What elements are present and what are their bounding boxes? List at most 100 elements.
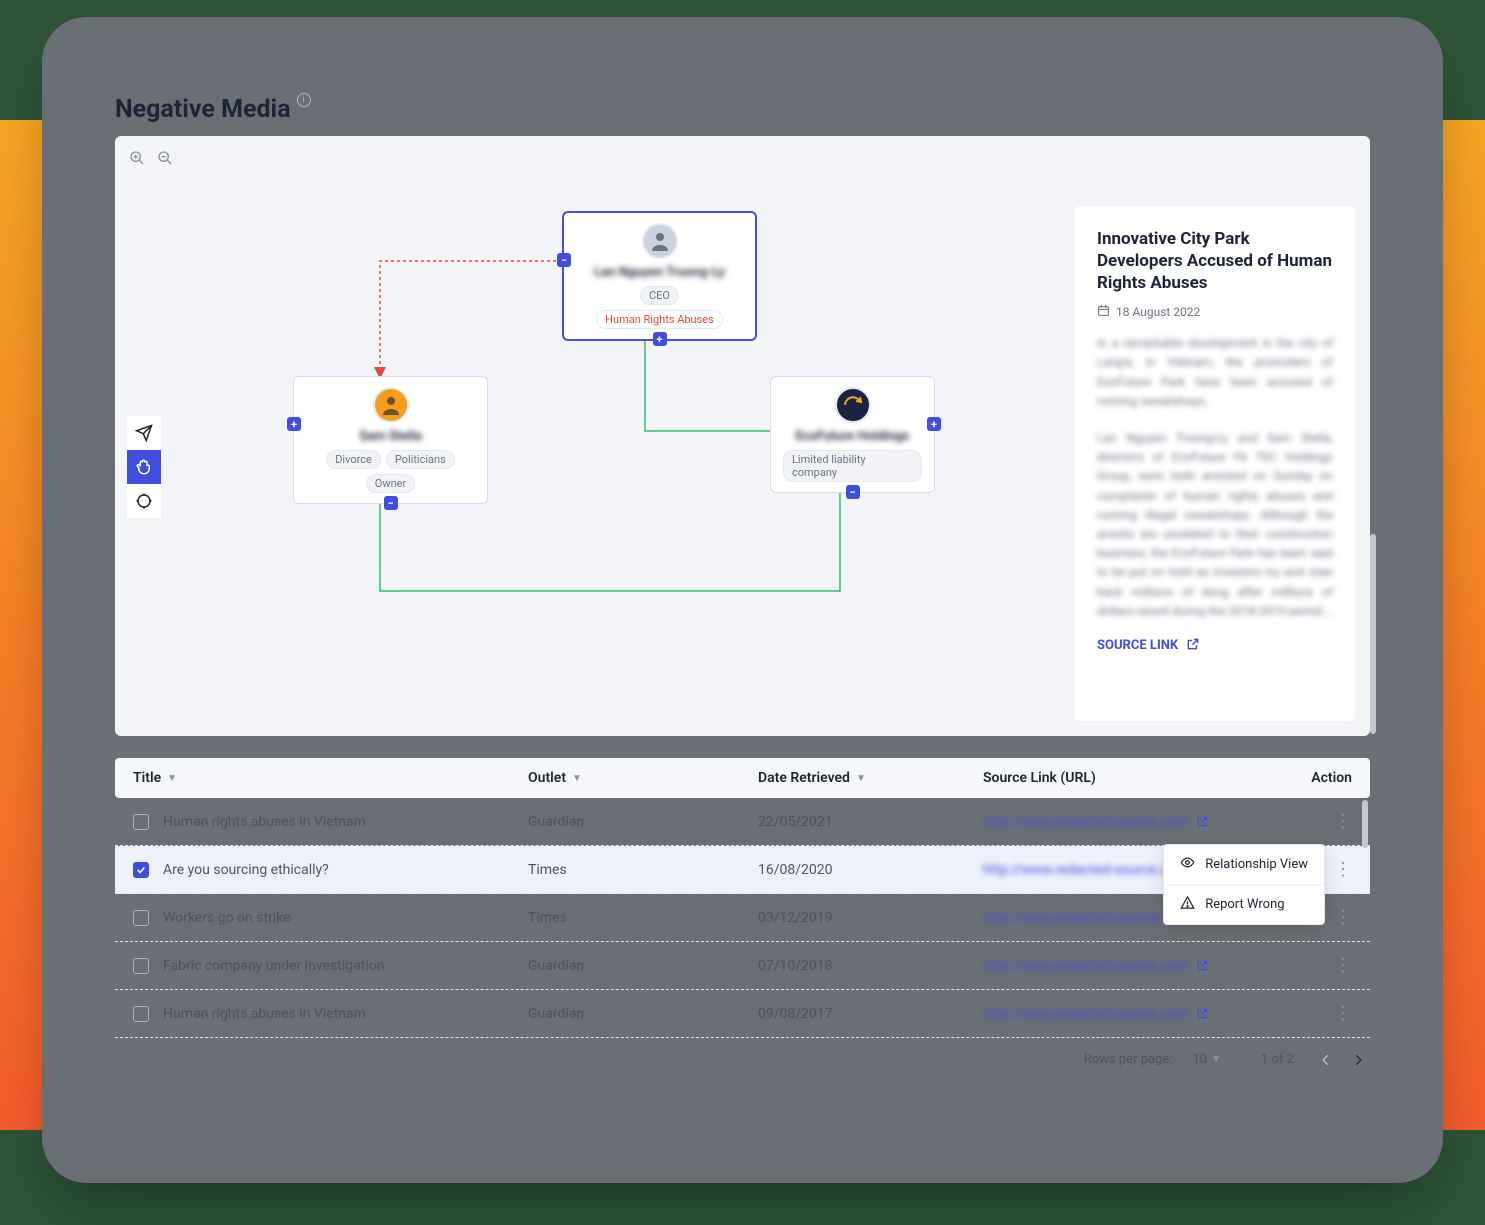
sort-icon: ▼ bbox=[572, 773, 582, 784]
article-title: Innovative City Park Developers Accused … bbox=[1097, 228, 1333, 294]
cell-title: Human rights abuses in Vietnam bbox=[163, 814, 528, 830]
header-label: Source Link (URL) bbox=[983, 770, 1096, 786]
external-link-icon bbox=[1196, 815, 1209, 828]
row-actions-button[interactable]: ⋮ bbox=[1263, 1003, 1352, 1024]
cell-title: Fabric company under investigation bbox=[163, 958, 528, 974]
tag-ceo: CEO bbox=[640, 286, 679, 305]
external-link-icon bbox=[1196, 959, 1209, 972]
app-window: Negative Media i bbox=[60, 35, 1425, 1165]
table-header-date[interactable]: Date Retrieved ▼ bbox=[758, 770, 983, 786]
avatar-icon bbox=[642, 223, 678, 259]
row-context-menu: Relationship View Report Wrong bbox=[1163, 844, 1325, 925]
next-page-button[interactable] bbox=[1346, 1053, 1370, 1067]
table-header-title[interactable]: Title ▼ bbox=[133, 770, 528, 786]
avatar-icon bbox=[373, 387, 409, 423]
table-body: Human rights abuses in Vietnam Guardian … bbox=[115, 798, 1370, 1038]
header-label: Outlet bbox=[528, 770, 566, 786]
table-row[interactable]: Human rights abuses in Vietnam Guardian … bbox=[115, 798, 1370, 846]
rows-per-page-select[interactable]: 10 ▼ bbox=[1192, 1052, 1221, 1067]
graph-canvas[interactable]: Lan Nguyen Truong-Ly CEO Human Rights Ab… bbox=[130, 151, 1075, 721]
table-row[interactable]: Human rights abuses in Vietnam Guardian … bbox=[115, 990, 1370, 1038]
page-title-row: Negative Media i bbox=[115, 95, 1370, 124]
scrollbar-thumb[interactable] bbox=[1370, 534, 1376, 734]
graph-node-tags: CEO Human Rights Abuses bbox=[576, 286, 743, 329]
table-header-source: Source Link (URL) bbox=[983, 770, 1263, 786]
warning-icon bbox=[1180, 895, 1195, 914]
media-table: Title ▼ Outlet ▼ Date Retrieved ▼ Source… bbox=[115, 758, 1370, 1067]
external-link-icon bbox=[1196, 1007, 1209, 1020]
row-checkbox[interactable] bbox=[133, 814, 149, 830]
source-url-text: http://www.redacted-source.com bbox=[983, 1006, 1188, 1022]
page-title: Negative Media bbox=[115, 95, 291, 124]
info-icon[interactable]: i bbox=[297, 93, 311, 107]
cell-date: 03/12/2019 bbox=[758, 910, 983, 926]
cell-outlet: Times bbox=[528, 910, 758, 926]
row-checkbox[interactable] bbox=[133, 958, 149, 974]
row-actions-button[interactable]: ⋮ bbox=[1263, 811, 1352, 832]
cell-outlet: Guardian bbox=[528, 1006, 758, 1022]
page-info: 1 of 2 bbox=[1261, 1052, 1294, 1067]
cell-source-link[interactable]: http://www.redacted-source.com bbox=[983, 1006, 1263, 1022]
rows-per-page-value: 10 bbox=[1192, 1052, 1207, 1067]
cell-title: Workers go on strike bbox=[163, 910, 528, 926]
source-link-label: SOURCE LINK bbox=[1097, 638, 1178, 653]
article-body-paragraph: In a remarkable development in the city … bbox=[1097, 334, 1333, 411]
row-checkbox[interactable] bbox=[133, 862, 149, 878]
cell-title: Human rights abuses in Vietnam bbox=[163, 1006, 528, 1022]
sort-icon: ▼ bbox=[167, 773, 177, 784]
company-icon bbox=[835, 387, 871, 423]
header-label: Date Retrieved bbox=[758, 770, 850, 786]
table-header-row: Title ▼ Outlet ▼ Date Retrieved ▼ Source… bbox=[115, 758, 1370, 798]
row-actions-button[interactable]: ⋮ bbox=[1263, 955, 1352, 976]
article-date-text: 18 August 2022 bbox=[1116, 305, 1200, 319]
header-label: Action bbox=[1311, 770, 1352, 786]
table-footer: Rows per page: 10 ▼ 1 of 2 bbox=[115, 1052, 1370, 1067]
cell-source-link[interactable]: http://www.redacted-source.com bbox=[983, 814, 1263, 830]
article-date: 18 August 2022 bbox=[1097, 304, 1333, 320]
tag-human-rights: Human Rights Abuses bbox=[596, 310, 723, 329]
table-header-outlet[interactable]: Outlet ▼ bbox=[528, 770, 758, 786]
tag-owner: Owner bbox=[366, 474, 415, 493]
graph-node-tags: Divorce Politicians Owner bbox=[306, 450, 475, 493]
graph-node-person-left[interactable]: Sam Stella Divorce Politicians Owner + − bbox=[293, 376, 488, 504]
header-label: Title bbox=[133, 770, 161, 786]
article-card: Innovative City Park Developers Accused … bbox=[1075, 206, 1355, 721]
menu-item-report-wrong[interactable]: Report Wrong bbox=[1164, 884, 1324, 924]
port-minus-icon[interactable]: − bbox=[557, 253, 571, 267]
table-header-action: Action bbox=[1263, 770, 1352, 786]
source-url-text: http://www.redacted-source.com bbox=[983, 814, 1188, 830]
menu-item-label: Relationship View bbox=[1205, 857, 1308, 872]
source-url-text: http://www.redacted-source.com bbox=[983, 862, 1188, 878]
table-row[interactable]: Fabric company under investigation Guard… bbox=[115, 942, 1370, 990]
tag-politicians: Politicians bbox=[386, 450, 455, 469]
graph-node-ceo[interactable]: Lan Nguyen Truong-Ly CEO Human Rights Ab… bbox=[562, 211, 757, 341]
menu-item-relationship-view[interactable]: Relationship View bbox=[1164, 845, 1324, 884]
cell-date: 22/05/2021 bbox=[758, 814, 983, 830]
source-link-button[interactable]: SOURCE LINK bbox=[1097, 637, 1333, 655]
graph-panel: Lan Nguyen Truong-Ly CEO Human Rights Ab… bbox=[115, 136, 1370, 736]
menu-item-label: Report Wrong bbox=[1205, 897, 1284, 912]
port-minus-icon[interactable]: − bbox=[384, 496, 398, 510]
source-url-text: http://www.redacted-source.com bbox=[983, 958, 1188, 974]
graph-node-name: EcoFuture Holdings bbox=[796, 429, 910, 444]
graph-node-name: Lan Nguyen Truong-Ly bbox=[594, 265, 725, 280]
graph-node-company[interactable]: EcoFuture Holdings Limited liability com… bbox=[770, 376, 935, 493]
row-checkbox[interactable] bbox=[133, 910, 149, 926]
sort-icon: ▼ bbox=[856, 773, 866, 784]
cell-date: 07/10/2018 bbox=[758, 958, 983, 974]
cell-outlet: Times bbox=[528, 862, 758, 878]
prev-page-button[interactable] bbox=[1314, 1053, 1338, 1067]
rows-per-page-label: Rows per page: bbox=[1084, 1052, 1173, 1067]
row-checkbox[interactable] bbox=[133, 1006, 149, 1022]
cell-date: 16/08/2020 bbox=[758, 862, 983, 878]
port-plus-icon[interactable]: + bbox=[287, 417, 301, 431]
graph-node-name: Sam Stella bbox=[359, 429, 421, 444]
port-minus-icon[interactable]: − bbox=[846, 485, 860, 499]
calendar-icon bbox=[1097, 304, 1110, 320]
port-plus-icon[interactable]: + bbox=[927, 417, 941, 431]
port-plus-icon[interactable]: + bbox=[653, 332, 667, 346]
external-link-icon bbox=[1186, 637, 1200, 655]
cell-source-link[interactable]: http://www.redacted-source.com bbox=[983, 958, 1263, 974]
cell-outlet: Guardian bbox=[528, 814, 758, 830]
scrollbar-thumb[interactable] bbox=[1362, 800, 1368, 848]
